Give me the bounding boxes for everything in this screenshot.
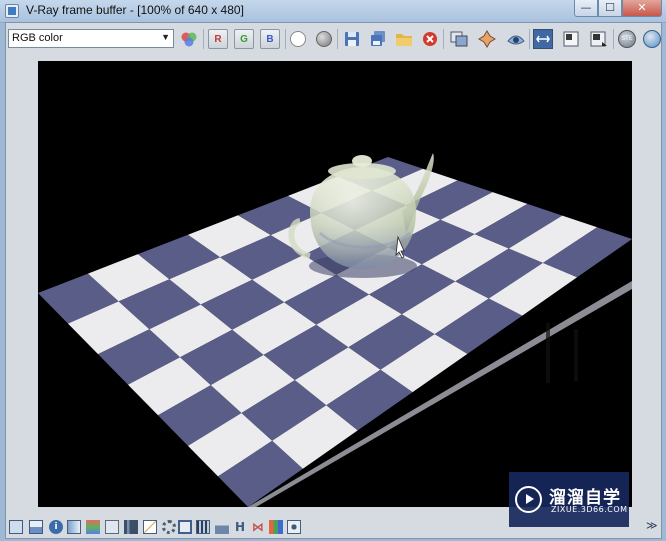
histogram-icon[interactable]	[215, 520, 229, 534]
play-logo-icon	[515, 486, 542, 513]
white-circle-icon[interactable]	[288, 29, 308, 49]
lut-icon[interactable]	[269, 520, 283, 534]
render-artifact	[574, 329, 578, 381]
title-bar[interactable]: V-Ray frame buffer - [100% of 640 x 480]…	[0, 0, 666, 23]
channel-select[interactable]: RGB color ▼	[8, 29, 174, 48]
show-corrections-icon[interactable]	[533, 29, 553, 49]
stereo-icon[interactable]: STE	[617, 29, 637, 49]
render-settings-icon[interactable]	[67, 520, 81, 534]
toolbar-separator	[337, 29, 338, 49]
h-icon[interactable]: H	[233, 520, 247, 534]
render-viewport[interactable]	[38, 61, 632, 507]
film-icon[interactable]	[196, 520, 210, 534]
open-folder-icon[interactable]	[394, 29, 414, 49]
blue-channel-icon[interactable]: B	[260, 29, 280, 49]
window-title: V-Ray frame buffer - [100% of 640 x 480]	[26, 3, 244, 17]
rendered-image	[38, 153, 632, 507]
curve-icon[interactable]	[143, 520, 157, 534]
color-icon[interactable]	[86, 520, 100, 534]
toolbar-separator	[443, 29, 444, 49]
frame-icon[interactable]	[9, 520, 23, 534]
close-button[interactable]: ✕	[622, 0, 662, 17]
minimize-button[interactable]: —	[574, 0, 598, 17]
duplicate-icon[interactable]	[449, 29, 469, 49]
region-render-icon[interactable]	[506, 29, 526, 49]
ocio-icon[interactable]	[287, 520, 301, 534]
pencil-icon[interactable]	[105, 520, 119, 534]
toolbar: RGB color ▼ R G B STE	[6, 25, 661, 53]
maximize-button[interactable]: ☐	[598, 0, 622, 17]
lens-effects-icon[interactable]	[561, 29, 581, 49]
channels-color-icon[interactable]	[179, 29, 199, 49]
stamp-icon[interactable]	[589, 29, 609, 49]
green-channel-icon[interactable]: G	[234, 29, 254, 49]
levels-icon[interactable]	[124, 520, 138, 534]
watermark: 溜溜自学 ZIXUE.3D66.COM	[509, 472, 629, 527]
exposure-icon[interactable]: ⋈	[251, 520, 265, 534]
zoom-region-icon[interactable]	[178, 520, 192, 534]
gear-icon[interactable]	[162, 520, 176, 534]
red-channel-icon[interactable]: R	[208, 29, 228, 49]
clear-image-icon[interactable]	[420, 29, 440, 49]
vray-app-icon	[5, 4, 19, 18]
render-artifact	[546, 323, 550, 383]
gray-circle-icon[interactable]	[314, 29, 334, 49]
expand-icon[interactable]: ≫	[646, 519, 658, 532]
save-icon[interactable]	[342, 29, 362, 49]
history-icon[interactable]	[29, 520, 43, 534]
toolbar-separator	[285, 29, 286, 49]
save-all-icon[interactable]	[368, 29, 388, 49]
track-mouse-icon[interactable]	[477, 29, 497, 49]
frame-buffer-window: RGB color ▼ R G B STE i H ⋈ ≫	[5, 22, 662, 539]
chevron-down-icon: ▼	[161, 32, 170, 42]
toolbar-separator	[613, 29, 614, 49]
info-icon[interactable]: i	[49, 520, 63, 534]
toolbar-separator	[203, 29, 204, 49]
toolbar-separator	[529, 29, 530, 49]
compare-icon[interactable]	[642, 29, 662, 49]
watermark-url: ZIXUE.3D66.COM	[551, 505, 628, 514]
channel-select-value: RGB color	[12, 32, 63, 44]
